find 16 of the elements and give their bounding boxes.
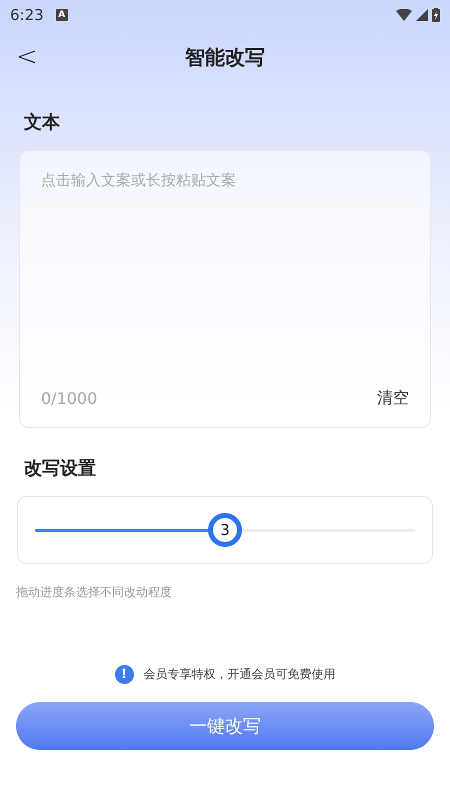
character-counter: 0/1000 xyxy=(41,389,98,408)
notification-icon: A xyxy=(56,9,68,21)
signal-icon xyxy=(416,9,428,21)
section-label: 文本 xyxy=(23,111,61,134)
clear-button[interactable]: 清空 xyxy=(377,388,409,409)
info-icon: ! xyxy=(114,665,134,684)
section-label: 改写设置 xyxy=(23,457,97,480)
membership-notice: 会员专享特权，开通会员可免费使用 xyxy=(144,666,336,683)
wifi-icon xyxy=(396,9,412,21)
slider-thumb[interactable]: 3 xyxy=(208,513,242,547)
battery-icon xyxy=(432,8,440,22)
slider-hint: 拖动进度条选择不同改动程度 xyxy=(16,584,173,601)
text-input-field[interactable]: 点击输入文案或长按粘贴文案 0/1000 清空 xyxy=(19,150,431,428)
page-title: 智能改写 xyxy=(185,44,265,70)
status-time: 6:23 xyxy=(10,6,44,24)
back-button[interactable]: < xyxy=(12,42,42,72)
